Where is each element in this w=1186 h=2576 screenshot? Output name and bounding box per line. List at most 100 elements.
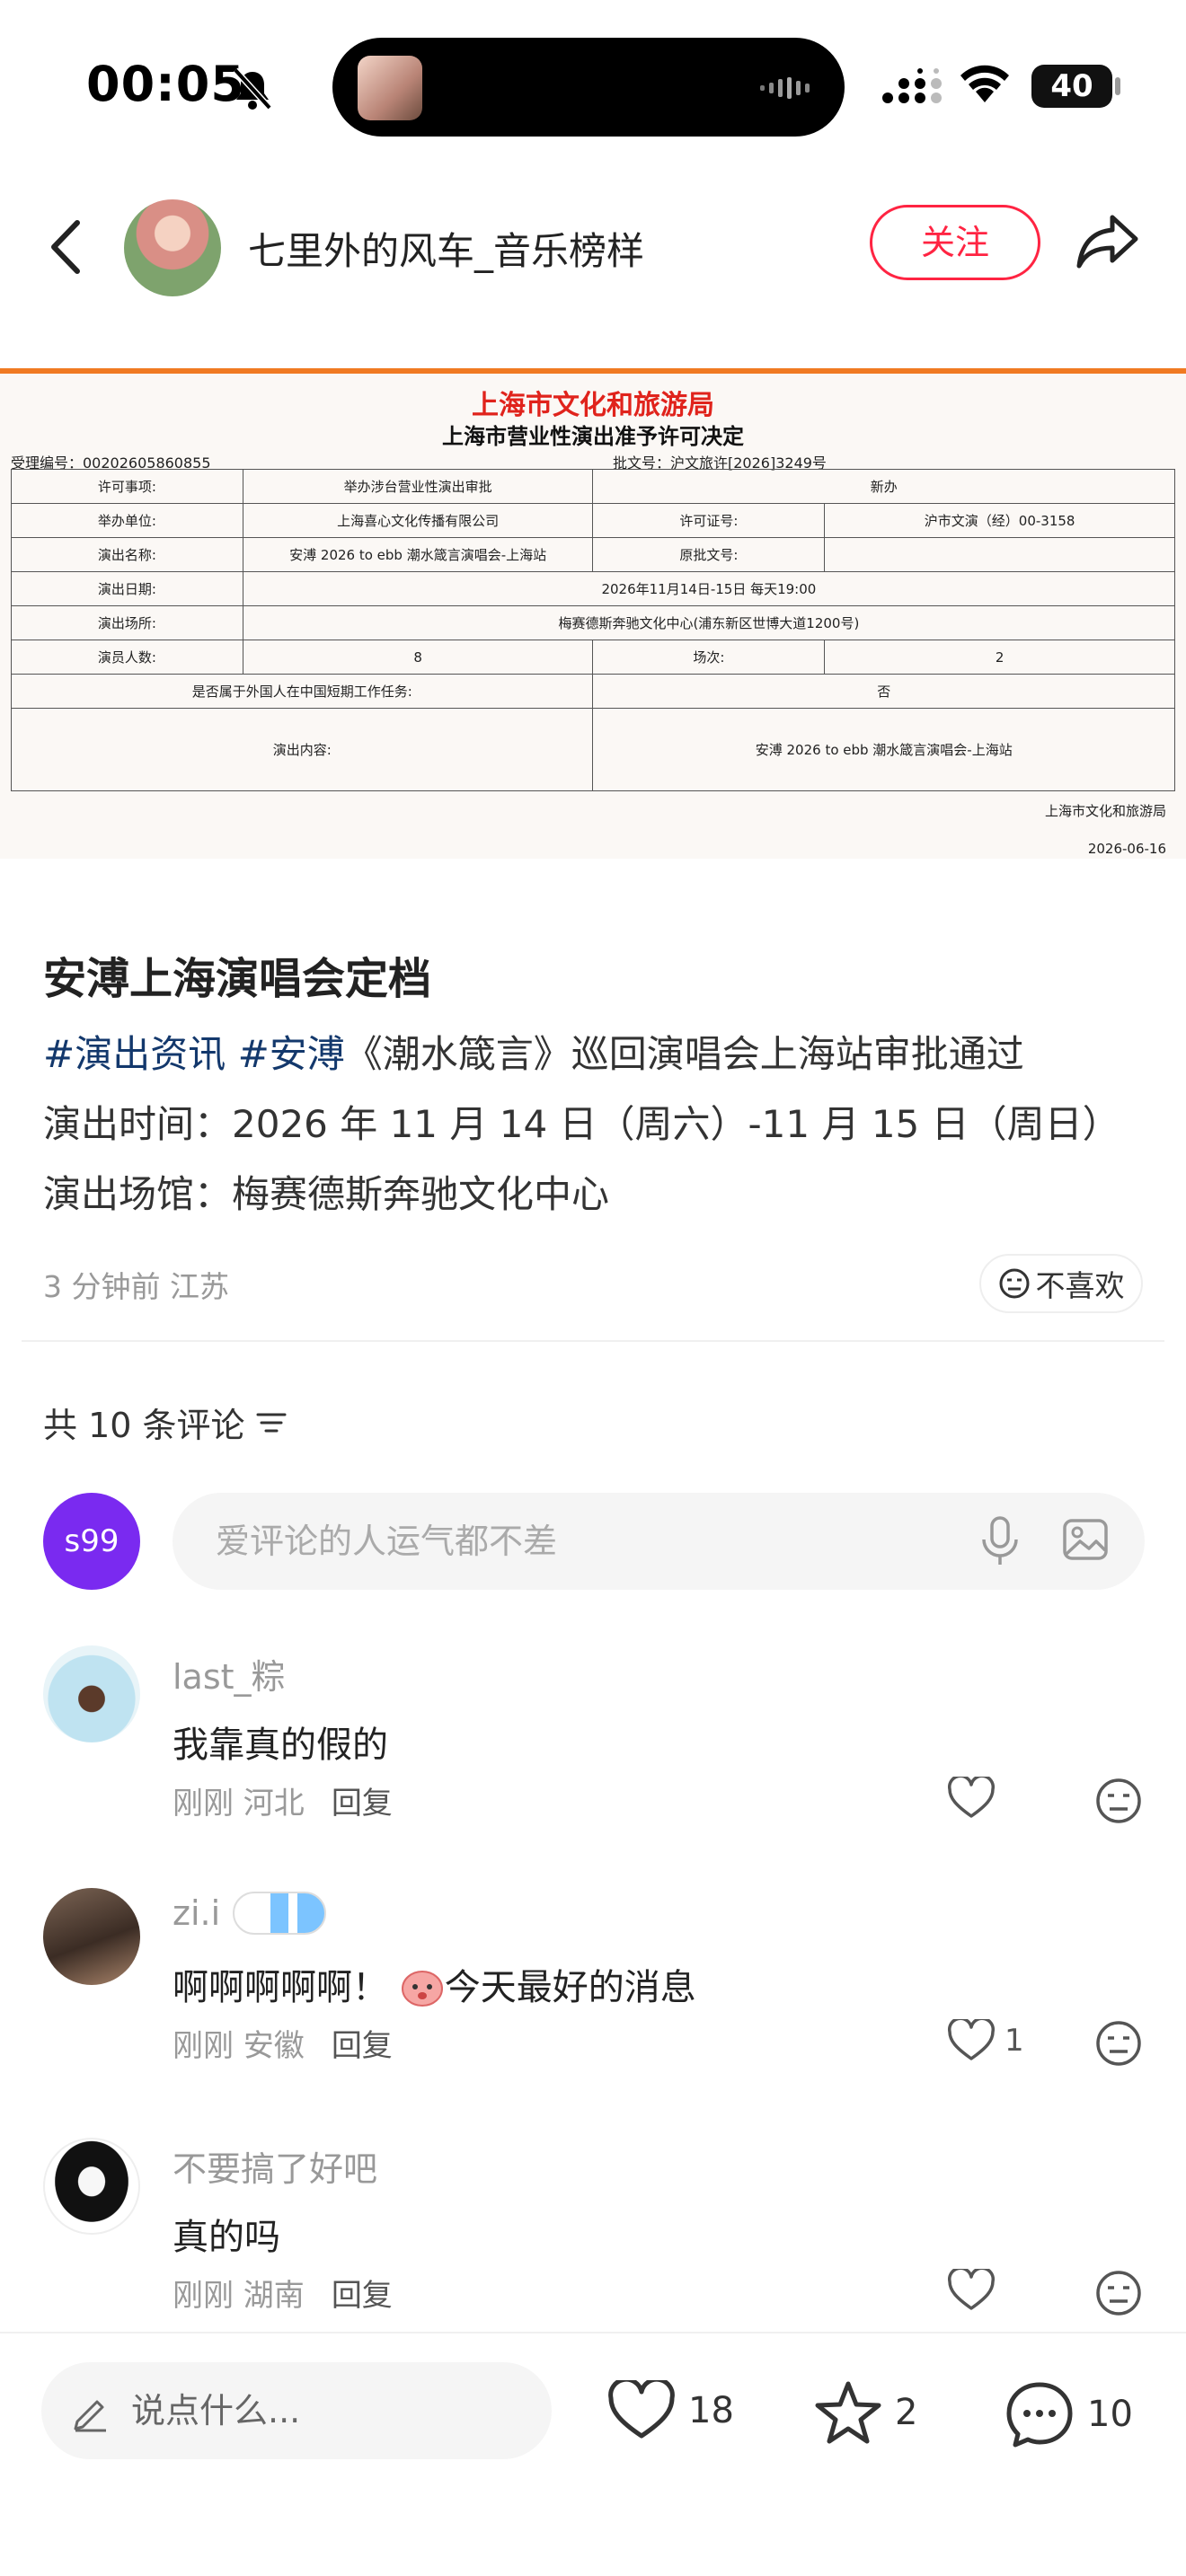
- like-count: 18: [688, 2390, 734, 2431]
- doc-issuer: 上海市文化和旅游局: [1044, 803, 1166, 819]
- comment-like-button[interactable]: [947, 2269, 1005, 2312]
- cellular-signal-icon: [882, 68, 942, 103]
- doc-cell: 新办: [592, 469, 1175, 504]
- post-text-line-3: 演出场馆：梅赛德斯奔驰文化中心: [43, 1172, 610, 1216]
- audio-wave-icon: [760, 77, 810, 99]
- doc-cell: 沪市文演（经）00-3158: [824, 503, 1175, 538]
- comment-item: 不要搞了好吧 真的吗 刚刚 湖南 回复: [0, 2138, 1186, 2362]
- doc-cell: 演出场所:: [11, 605, 243, 640]
- post-image-document[interactable]: 上海市文化和旅游局 上海市营业性演出准予许可决定 受理编号：0020260586…: [0, 368, 1186, 859]
- divider: [22, 1340, 1164, 1342]
- emoji-sticker-icon: [401, 1971, 443, 2007]
- comment-footer: 刚刚 湖南 回复: [173, 2271, 393, 2315]
- comment-like-button[interactable]: [947, 1777, 1005, 1820]
- dislike-label: 不喜欢: [1035, 1268, 1125, 1303]
- hashtag-link[interactable]: #安溥: [238, 1032, 345, 1076]
- commenter-avatar[interactable]: [43, 2138, 140, 2235]
- commenter-name[interactable]: 不要搞了好吧: [173, 2141, 377, 2191]
- hashtag-link[interactable]: #演出资讯: [43, 1032, 226, 1076]
- doc-cell: 是否属于外国人在中国短期工作任务:: [10, 674, 594, 709]
- doc-cell: 举办涉台营业性演出审批: [242, 469, 594, 504]
- comment-text-part: 啊啊啊啊啊！: [173, 1967, 388, 2008]
- sort-icon: [256, 1413, 287, 1432]
- doc-cell: [824, 537, 1175, 572]
- commenter-name-text: 不要搞了好吧: [173, 2149, 378, 2189]
- commenter-avatar[interactable]: [43, 1645, 140, 1742]
- doc-decision-title: 上海市营业性演出准予许可决定: [442, 424, 744, 449]
- post-title: 安溥上海演唱会定档: [43, 954, 432, 1004]
- doc-row: 演出日期: 2026年11月14日-15日 每天19:00: [11, 571, 1176, 606]
- doc-row: 演出内容: 安溥 2026 to ebb 潮水箴言演唱会-上海站: [10, 708, 1175, 791]
- meh-face-icon[interactable]: [1094, 2019, 1143, 2068]
- comment-like-count: 1: [1005, 2023, 1024, 2059]
- commenter-name[interactable]: last_粽: [173, 1649, 286, 1698]
- follow-button[interactable]: 关注: [870, 205, 1040, 280]
- post-header: 七里外的风车_音乐榜样 关注: [0, 189, 1186, 305]
- comment-total: 10: [1087, 2394, 1133, 2435]
- doc-cell: 2: [824, 640, 1175, 675]
- comment-button[interactable]: 10: [1005, 2380, 1133, 2448]
- doc-cell: 2026年11月14日-15日 每天19:00: [242, 571, 1176, 606]
- comment-like-button[interactable]: 1: [947, 2019, 1024, 2062]
- reply-button[interactable]: 回复: [332, 2278, 393, 2314]
- battery-indicator: 40: [1031, 65, 1112, 108]
- doc-cell: 8: [242, 640, 594, 675]
- status-bar: 00:05 40: [0, 0, 1186, 171]
- heart-icon: [948, 2269, 995, 2310]
- comment-time-location: 刚刚 湖南: [173, 2278, 305, 2314]
- commenter-avatar[interactable]: [43, 1888, 140, 1985]
- dislike-button[interactable]: 不喜欢: [979, 1254, 1143, 1313]
- doc-cell: 举办单位:: [11, 503, 243, 538]
- comment-text: 我靠真的假的: [173, 1725, 388, 1766]
- share-icon[interactable]: [1075, 210, 1141, 273]
- microphone-icon[interactable]: [979, 1516, 1021, 1566]
- my-avatar[interactable]: s99: [43, 1493, 140, 1590]
- back-arrow-icon[interactable]: [45, 216, 86, 278]
- star-icon: [815, 2381, 881, 2444]
- now-playing-thumbnail: [358, 56, 422, 120]
- doc-row: 演出名称: 安溥 2026 to ebb 潮水箴言演唱会-上海站 原批文号:: [11, 537, 1175, 572]
- pencil-icon: [74, 2400, 106, 2432]
- comment-time-location: 刚刚 河北: [173, 1786, 305, 1822]
- meh-face-icon: [999, 1268, 1029, 1299]
- doc-cell: 许可证号:: [592, 503, 826, 538]
- doc-row: 举办单位: 上海喜心文化传播有限公司 许可证号: 沪市文演（经）00-3158: [11, 503, 1175, 538]
- doc-org-title: 上海市文化和旅游局: [472, 390, 714, 421]
- comment-text: 真的吗: [173, 2217, 280, 2258]
- commenter-name[interactable]: zi.i: [173, 1892, 327, 1935]
- status-time: 00:05: [86, 56, 245, 112]
- heart-icon: [608, 2380, 675, 2439]
- reply-button[interactable]: 回复: [332, 2028, 393, 2064]
- like-button[interactable]: 18: [607, 2380, 734, 2441]
- dynamic-island[interactable]: [332, 38, 845, 137]
- collect-button[interactable]: 2: [814, 2380, 917, 2445]
- comment-footer: 刚刚 安徽 回复: [173, 2021, 393, 2065]
- doc-cell: 许可事项:: [11, 469, 243, 504]
- silent-bell-icon: [233, 67, 272, 110]
- image-picker-icon[interactable]: [1062, 1516, 1109, 1563]
- reply-button[interactable]: 回复: [332, 1786, 393, 1822]
- wifi-icon: [960, 65, 1009, 102]
- doc-row: 演员人数: 8 场次: 2: [11, 640, 1175, 675]
- battery-cap: [1115, 77, 1120, 95]
- doc-cell: 演出日期:: [11, 571, 243, 606]
- commenter-name-text: last_粽: [173, 1657, 286, 1697]
- heart-icon: [948, 2019, 995, 2060]
- author-avatar[interactable]: [124, 199, 221, 296]
- doc-cell: 演出名称:: [11, 537, 243, 572]
- say-something-input[interactable]: 说点什么...: [41, 2362, 552, 2459]
- author-name[interactable]: 七里外的风车_音乐榜样: [248, 221, 644, 276]
- heart-icon: [948, 1777, 995, 1818]
- post-meta: 3 分钟前 江苏: [43, 1269, 229, 1304]
- comment-time-location: 刚刚 安徽: [173, 2028, 305, 2064]
- doc-date: 2026-06-16: [1087, 841, 1166, 857]
- post-text: 《潮水箴言》巡回演唱会上海站审批通过: [344, 1032, 1024, 1076]
- doc-table: 许可事项: 举办涉台营业性演出审批 新办 举办单位: 上海喜心文化传播有限公司 …: [10, 469, 1176, 791]
- comment-item: zi.i 啊啊啊啊啊！ 今天最好的消息 刚刚 安徽 回复 1: [0, 1888, 1186, 2113]
- football-argentina-badge-icon: [233, 1892, 327, 1935]
- doc-cell: 演员人数:: [11, 640, 243, 675]
- comment-count[interactable]: 共 10 条评论: [43, 1398, 287, 1447]
- meh-face-icon[interactable]: [1094, 1777, 1143, 1825]
- meh-face-icon[interactable]: [1094, 2269, 1143, 2317]
- doc-cell: 安溥 2026 to ebb 潮水箴言演唱会-上海站: [592, 708, 1175, 791]
